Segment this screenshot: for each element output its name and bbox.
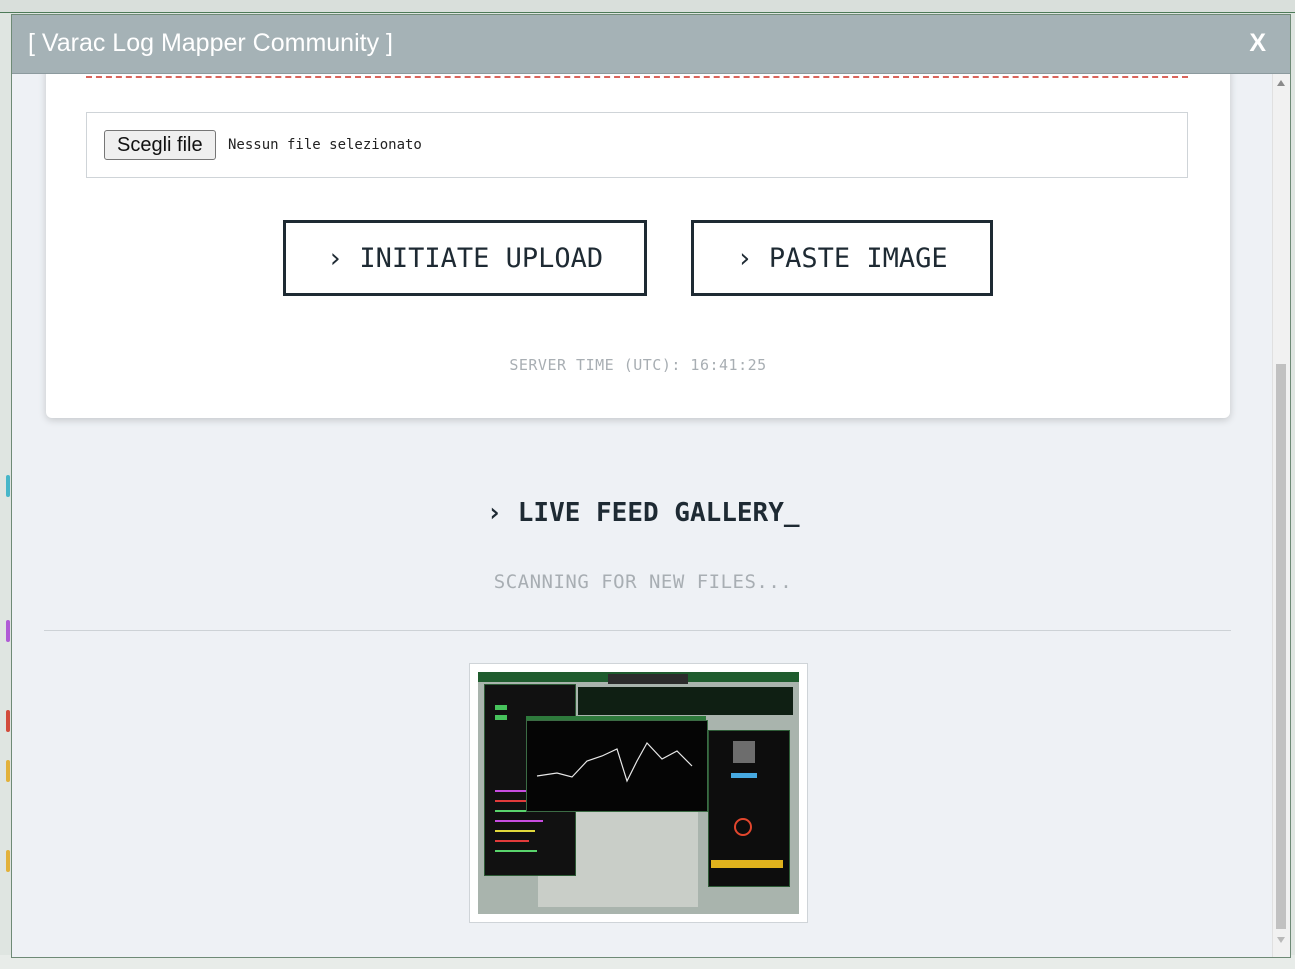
thumbnail-toggle — [495, 715, 507, 720]
background-marker — [6, 710, 10, 732]
choose-file-button[interactable]: Scegli file — [104, 130, 216, 160]
background-marker — [6, 620, 10, 642]
thumbnail-highlight-bar — [711, 860, 783, 868]
scroll-down-arrow-icon[interactable] — [1277, 937, 1285, 943]
gallery-divider — [44, 630, 1231, 631]
thumbnail-chart-line — [536, 741, 693, 783]
close-button[interactable]: X — [1249, 29, 1266, 58]
background-marker — [6, 475, 10, 497]
drop-zone-border — [86, 76, 1188, 78]
gallery-status: SCANNING FOR NEW FILES... — [493, 571, 793, 593]
thumbnail-text — [495, 840, 529, 842]
initiate-upload-button[interactable]: › INITIATE UPLOAD — [283, 220, 647, 296]
thumbnail-avatar — [733, 741, 755, 763]
thumbnail-toggle — [495, 705, 507, 710]
dialog-title: [ Varac Log Mapper Community ] — [28, 29, 393, 57]
upload-card: Scegli file Nessun file selezionato › IN… — [46, 74, 1230, 418]
scrollbar-thumb[interactable] — [1276, 364, 1286, 929]
server-time: SERVER TIME (UTC): 16:41:25 — [509, 356, 767, 374]
gallery-thumbnail[interactable] — [469, 663, 808, 923]
background-marker — [6, 760, 10, 782]
paste-image-button[interactable]: › PASTE IMAGE — [691, 220, 993, 296]
background-marker — [6, 850, 10, 872]
file-status-text: Nessun file selezionato — [228, 137, 422, 153]
dialog-content: Scegli file Nessun file selezionato › IN… — [12, 74, 1273, 957]
thumbnail-text — [495, 820, 543, 822]
thumbnail-callsign — [731, 773, 757, 778]
gallery-title: › LIVE FEED GALLERY_ — [486, 498, 800, 528]
file-input-field[interactable]: Scegli file Nessun file selezionato — [86, 112, 1188, 178]
upload-dialog: [ Varac Log Mapper Community ] X Scegli … — [11, 14, 1291, 958]
thumbnail-text — [495, 830, 535, 832]
background-app-header — [0, 0, 1295, 13]
thumbnail-text — [495, 850, 537, 852]
thumbnail-image — [478, 672, 799, 914]
thumbnail-header-panel — [578, 687, 793, 715]
thumbnail-tab — [608, 674, 688, 684]
dialog-titlebar[interactable]: [ Varac Log Mapper Community ] X — [12, 15, 1290, 74]
thumbnail-logo — [734, 818, 752, 836]
thumbnail-chart — [526, 720, 708, 812]
vertical-scrollbar[interactable] — [1272, 74, 1290, 957]
scroll-up-arrow-icon[interactable] — [1277, 80, 1285, 86]
